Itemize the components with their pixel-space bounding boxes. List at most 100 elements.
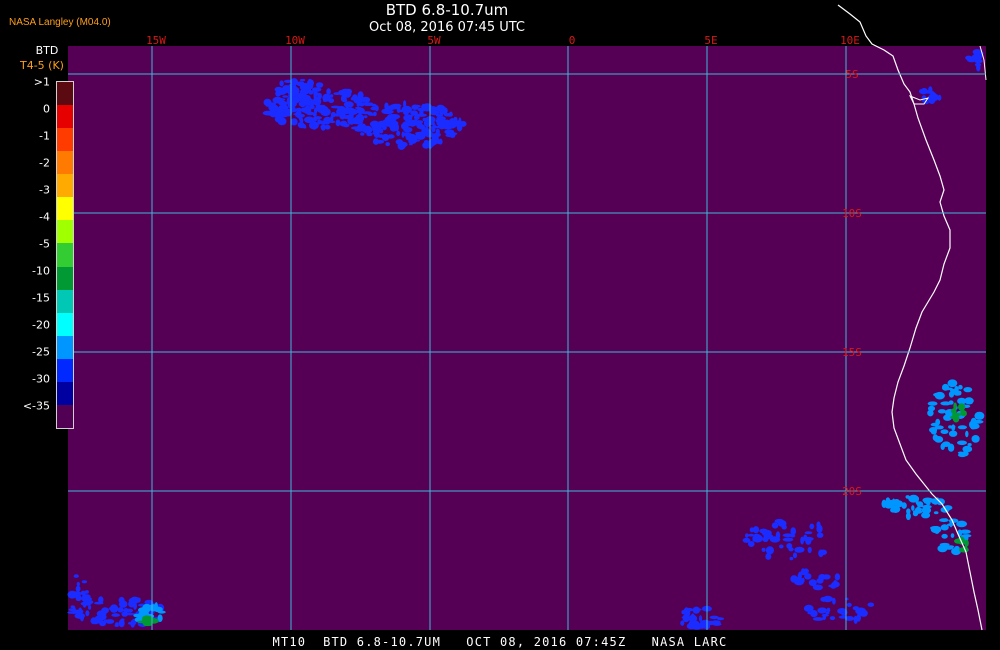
cloud-pixel xyxy=(335,119,341,127)
cloud-pixel xyxy=(111,613,120,617)
cloud-pixel xyxy=(752,538,756,542)
cloud-pixel xyxy=(846,602,852,608)
cloud-pixel xyxy=(144,607,149,612)
cloud-pixel xyxy=(759,528,768,534)
cloud-pixel xyxy=(934,529,940,534)
cloud-pixel xyxy=(307,100,311,106)
cloud-pixel xyxy=(934,436,944,443)
cloud-pixel xyxy=(945,545,954,550)
cloud-pixel xyxy=(816,521,821,529)
cloud-pixel xyxy=(387,134,395,139)
cloud-pixel xyxy=(832,597,836,605)
legend-label: -25 xyxy=(32,345,50,359)
cloud-pixel xyxy=(829,616,836,621)
legend-swatch xyxy=(57,197,73,221)
cloud-pixel xyxy=(812,584,824,591)
cloud-pixel xyxy=(300,101,305,108)
cloud-pixel xyxy=(867,602,875,607)
legend-swatch xyxy=(57,128,73,152)
cloud-pixel xyxy=(957,390,962,396)
legend-label: 0 xyxy=(43,102,50,116)
cloud-pixel xyxy=(790,575,798,583)
cloud-pixel xyxy=(448,132,458,136)
cloud-pixel xyxy=(291,99,297,103)
cloud-pixel xyxy=(419,124,426,130)
cloud-pixel xyxy=(941,533,948,539)
cloud-pixel xyxy=(309,82,314,89)
legend-title: BTD xyxy=(35,44,59,57)
legend-swatch xyxy=(57,151,73,175)
cloud-pixel xyxy=(396,130,401,137)
cloud-pixel xyxy=(283,79,293,83)
cloud-pixel xyxy=(390,120,399,126)
cloud-pixel xyxy=(433,132,441,137)
cloud-pixel xyxy=(363,115,368,119)
cloud-pixel xyxy=(947,379,958,388)
cloud-pixel xyxy=(413,115,420,120)
legend-swatch xyxy=(57,289,73,313)
cloud-pixel xyxy=(375,105,379,112)
cloud-pixel xyxy=(459,120,467,127)
cloud-pixel xyxy=(372,138,379,145)
cloud-pixel xyxy=(975,53,980,58)
legend-labels: >1 0 -1 -2 -3 -4 -5 -10 -15 -20 -25 -30 <-35 xyxy=(0,76,52,434)
cloud-pixel xyxy=(801,577,805,583)
cloud-pixel xyxy=(921,506,932,514)
legend-label: -4 xyxy=(39,210,50,224)
cloud-pixel xyxy=(942,383,949,391)
cloud-pixel xyxy=(974,411,985,420)
cloud-pixel xyxy=(976,64,981,72)
cloud-pixel xyxy=(884,504,894,509)
cloud-pixel xyxy=(933,511,939,515)
cloud-pixel xyxy=(315,82,324,88)
cloud-pixel xyxy=(822,595,833,603)
cloud-pixel xyxy=(378,120,386,125)
cloud-pixel xyxy=(950,390,956,395)
cloud-pixel xyxy=(777,520,787,527)
cloud-pixel xyxy=(318,120,323,124)
latitude-label: 20S xyxy=(842,485,862,498)
cloud-pixel xyxy=(951,424,956,431)
cloud-pixel xyxy=(345,114,354,118)
cloud-pixel xyxy=(915,506,921,513)
cloud-pixel xyxy=(951,413,959,421)
cloud-pixel xyxy=(747,533,755,537)
cloud-pixel xyxy=(76,582,80,587)
cloud-pixel xyxy=(324,124,331,130)
cloud-pixel xyxy=(88,605,92,610)
cloud-pixel xyxy=(322,93,331,102)
cloud-pixel xyxy=(148,618,159,624)
color-legend-bar xyxy=(56,81,74,429)
cloud-pixel xyxy=(435,113,442,117)
cloud-pixel xyxy=(322,121,330,125)
cloud-pixel xyxy=(440,119,452,124)
cloud-pixel xyxy=(957,440,967,446)
cloud-pixel xyxy=(339,120,348,127)
cloud-pixel xyxy=(360,132,365,136)
legend-swatch xyxy=(57,174,73,198)
cloud-pixel xyxy=(275,90,281,97)
cloud-pixel xyxy=(355,113,365,123)
latitude-label: 5S xyxy=(845,68,858,81)
cloud-pixel xyxy=(948,430,958,437)
cloud-pixel xyxy=(120,618,125,622)
cloud-pixel xyxy=(388,104,399,109)
cloud-pixel xyxy=(287,88,298,97)
cloud-pixel xyxy=(70,593,80,598)
cloud-pixel xyxy=(805,537,812,545)
cloud-pixel xyxy=(834,573,841,581)
cloud-pixel xyxy=(427,121,436,126)
cloud-pixel xyxy=(693,608,702,611)
legend-swatch xyxy=(57,220,73,244)
cloud-pixel xyxy=(141,613,145,617)
cloud-pixel xyxy=(398,141,408,148)
cloud-pixel xyxy=(859,609,868,617)
legend-label: -20 xyxy=(32,318,50,332)
cloud-pixel xyxy=(771,522,779,529)
legend-label: <-35 xyxy=(22,399,50,413)
cloud-pixel xyxy=(312,113,317,117)
cloud-pixel xyxy=(390,126,396,132)
cloud-pixel xyxy=(809,523,815,530)
cloud-pixel xyxy=(430,125,441,129)
cloud-pixel xyxy=(941,441,951,448)
